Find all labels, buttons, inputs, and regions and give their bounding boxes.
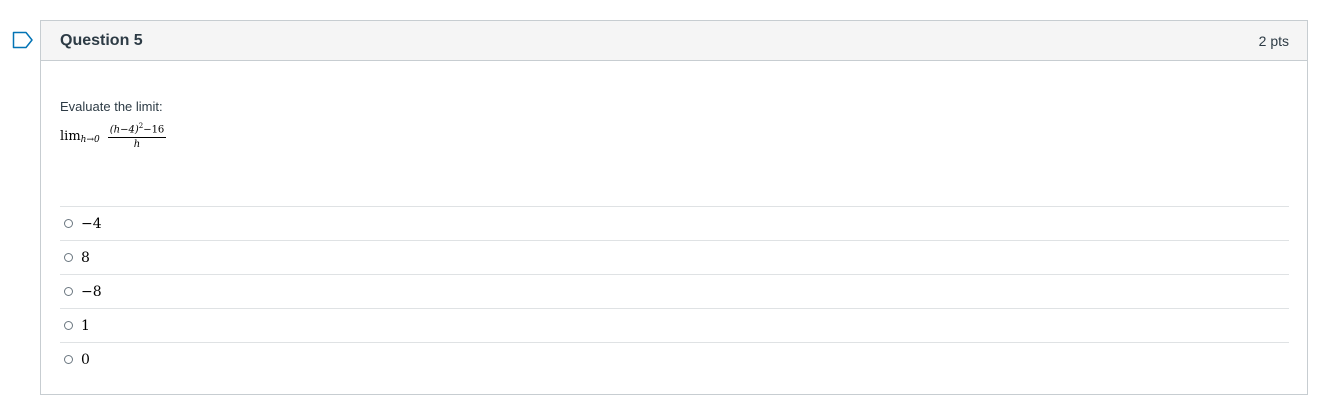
answer-option[interactable]: 1 xyxy=(60,308,1289,342)
question-title: Question 5 xyxy=(60,31,143,49)
answer-label: −8 xyxy=(81,283,102,300)
answer-label: 8 xyxy=(81,249,90,266)
numerator-rest: −16 xyxy=(143,124,165,136)
radio-button[interactable] xyxy=(64,355,73,364)
answer-label: −4 xyxy=(81,215,102,232)
numerator-paren: (h−4) xyxy=(109,124,139,136)
answer-label: 1 xyxy=(81,317,90,334)
fraction-denominator: h xyxy=(133,138,141,150)
lim-word: lim xyxy=(60,128,81,144)
question-header: Question 5 2 pts xyxy=(41,21,1307,61)
radio-button[interactable] xyxy=(64,287,73,296)
question-card: Question 5 2 pts Evaluate the limit: lim… xyxy=(40,20,1308,395)
bookmark-flag-icon[interactable] xyxy=(12,31,34,49)
question-body: Evaluate the limit: lim h→0 (h−4)2−16 h … xyxy=(41,61,1307,376)
radio-button[interactable] xyxy=(64,253,73,262)
answer-option[interactable]: −4 xyxy=(60,206,1289,240)
fraction: (h−4)2−16 h xyxy=(107,122,167,150)
question-prompt: Evaluate the limit: xyxy=(60,99,163,114)
question-points: 2 pts xyxy=(1258,32,1289,49)
lim-subscript: h→0 xyxy=(80,135,100,145)
answer-option[interactable]: 0 xyxy=(60,342,1289,376)
answer-option[interactable]: −8 xyxy=(60,274,1289,308)
answer-option[interactable]: 8 xyxy=(60,240,1289,274)
answer-list: −4 8 −8 1 0 xyxy=(60,206,1289,376)
limit-expression: lim h→0 (h−4)2−16 h xyxy=(60,120,167,152)
radio-button[interactable] xyxy=(64,219,73,228)
fraction-numerator: (h−4)2−16 xyxy=(107,122,167,138)
answer-label: 0 xyxy=(81,351,90,368)
radio-button[interactable] xyxy=(64,321,73,330)
